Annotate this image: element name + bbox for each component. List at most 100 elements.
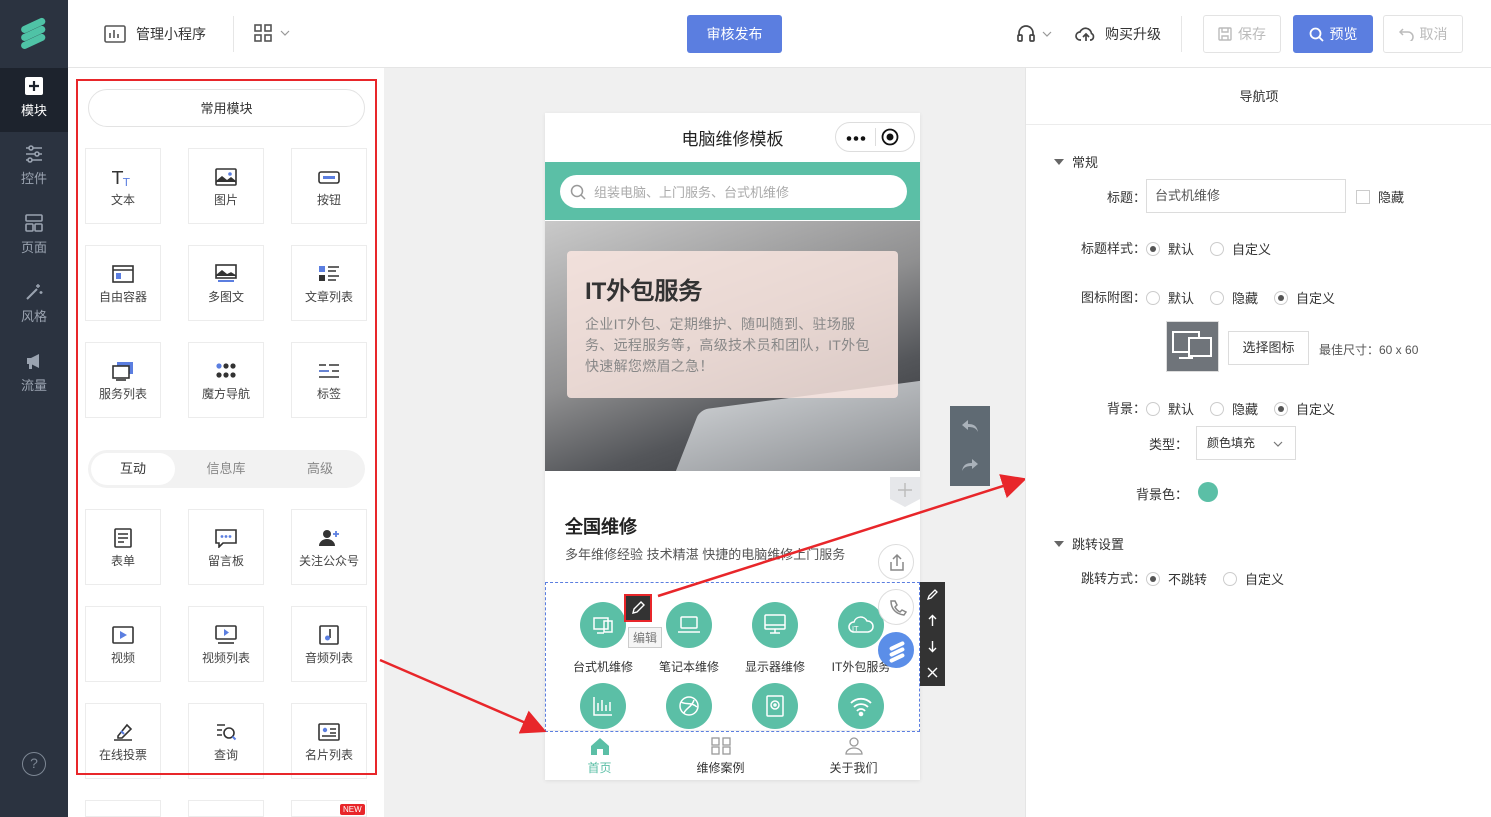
radio-icon-custom[interactable]: 自定义: [1274, 288, 1335, 307]
radio-title-style-default[interactable]: 默认: [1146, 239, 1194, 258]
tab-about[interactable]: 关于我们: [791, 737, 916, 776]
checkbox-label: 隐藏: [1378, 190, 1405, 205]
search-placeholder: 组装电脑、上门服务、台式机维修: [594, 185, 790, 200]
rail-item-style[interactable]: 风格: [0, 274, 68, 338]
banner-title: IT外包服务: [585, 278, 703, 305]
save-button[interactable]: 保存: [1203, 15, 1281, 53]
history-toolbar: [950, 406, 990, 486]
section-jump-settings[interactable]: 跳转设置: [1054, 534, 1124, 553]
divider: [875, 128, 876, 146]
move-up-icon[interactable]: [926, 614, 939, 627]
radio-title-style-custom[interactable]: 自定义: [1210, 239, 1271, 258]
selected-module-outline: [545, 582, 920, 732]
upgrade-label: 购买升级: [1105, 26, 1161, 42]
hide-title-checkbox[interactable]: 隐藏: [1356, 187, 1404, 206]
jump-mode-label: 跳转方式：: [1080, 571, 1146, 586]
home-icon: [537, 737, 662, 755]
support-dropdown[interactable]: [1016, 24, 1052, 44]
manage-miniprogram-label: 管理小程序: [136, 26, 206, 42]
module-toolbar: [920, 582, 945, 686]
radio-icon-hide[interactable]: 隐藏: [1210, 288, 1258, 307]
move-handle-icon[interactable]: [890, 477, 920, 507]
new-badge: NEW: [340, 804, 365, 815]
search-module: 组装电脑、上门服务、台式机维修: [545, 162, 920, 220]
undo-icon: [1398, 27, 1414, 41]
banner-image[interactable]: IT外包服务 企业IT外包、定期维护、随叫随到、驻场服务、远程服务等，高级技术员…: [545, 221, 920, 471]
user-icon: [791, 737, 916, 755]
rail-item-label: 流量: [20, 378, 47, 393]
radio-label: 隐藏: [1232, 291, 1259, 306]
phone-call-button[interactable]: [878, 589, 914, 625]
radio-jump-none[interactable]: 不跳转: [1146, 569, 1207, 588]
move-down-icon[interactable]: [926, 640, 939, 653]
edit-icon[interactable]: [926, 588, 939, 601]
rail-item-pages[interactable]: 页面: [0, 205, 68, 269]
section-label: 常规: [1072, 155, 1099, 170]
redo-icon[interactable]: [961, 457, 979, 473]
edit-pencil-icon[interactable]: [624, 594, 652, 622]
radio-label: 不跳转: [1168, 572, 1208, 587]
radio-icon-default[interactable]: 默认: [1146, 288, 1194, 307]
radio-bg-default[interactable]: 默认: [1146, 399, 1194, 418]
background-label: 背景：: [1106, 401, 1146, 416]
rail-item-label: 风格: [20, 309, 47, 324]
tab-label: 首页: [587, 761, 612, 775]
cancel-button[interactable]: 取消: [1383, 15, 1463, 53]
radio-jump-custom[interactable]: 自定义: [1223, 569, 1284, 588]
type-select[interactable]: 颜色填充: [1196, 426, 1296, 460]
megaphone-icon: [24, 351, 44, 371]
headset-icon: [1016, 24, 1036, 44]
bg-color-swatch[interactable]: [1198, 482, 1218, 502]
tab-home[interactable]: 首页: [537, 737, 662, 776]
banner-card: IT外包服务 企业IT外包、定期维护、随叫随到、驻场服务、远程服务等，高级技术员…: [567, 251, 898, 398]
top-bar: 管理小程序 审核发布 购买升级 保存 预览 取消: [68, 0, 1491, 68]
panel-title: 导航项: [1026, 68, 1491, 125]
radio-label: 自定义: [1296, 402, 1336, 417]
rail-item-controls[interactable]: 控件: [0, 136, 68, 200]
checkbox[interactable]: [1356, 189, 1370, 204]
title-input[interactable]: 台式机维修: [1146, 179, 1346, 213]
upgrade-link[interactable]: 购买升级: [1075, 24, 1161, 44]
preview-button[interactable]: 预览: [1293, 15, 1373, 53]
module-more[interactable]: [85, 800, 161, 817]
rail-item-label: 控件: [20, 171, 47, 186]
save-icon: [1218, 27, 1232, 41]
app-switcher[interactable]: [254, 24, 290, 42]
divider: [233, 16, 234, 52]
radio-label: 默认: [1168, 291, 1195, 306]
left-rail: 模块 控件 页面 风格 流量 ?: [0, 0, 68, 817]
chevron-down-icon: [1273, 441, 1283, 447]
tab-cases[interactable]: 维修案例: [658, 737, 783, 776]
cloud-upload-icon: [1075, 25, 1097, 43]
grid-icon: [658, 737, 783, 755]
properties-panel: 导航项 常规 标题： 台式机维修 隐藏 标题样式： 默认 自定义 图标附图： 默…: [1025, 68, 1491, 817]
module-more[interactable]: [188, 800, 264, 817]
miniprogram-capsule: [835, 122, 915, 152]
share-button[interactable]: [878, 544, 914, 580]
section-title: 全国维修: [565, 517, 637, 537]
undo-icon[interactable]: [961, 418, 979, 434]
section-general[interactable]: 常规: [1054, 152, 1098, 171]
tab-label: 关于我们: [829, 761, 878, 775]
publish-button[interactable]: 审核发布: [687, 15, 782, 53]
help-icon[interactable]: ?: [22, 752, 46, 776]
brand-float-icon[interactable]: [878, 632, 914, 668]
rail-item-label: 页面: [20, 240, 47, 255]
section-description: 多年维修经验 技术精湛 快捷的电脑维修上门服务: [565, 547, 846, 562]
edit-tooltip: 编辑: [628, 627, 663, 648]
radio-label: 默认: [1168, 242, 1195, 257]
rail-item-modules[interactable]: 模块: [0, 68, 68, 132]
bottom-tab-bar: 首页 维修案例 关于我们: [545, 730, 920, 780]
radio-bg-hide[interactable]: 隐藏: [1210, 399, 1258, 418]
caret-down-icon: [1054, 158, 1064, 165]
rail-item-traffic[interactable]: 流量: [0, 343, 68, 407]
logo-icon: [16, 16, 50, 50]
choose-icon-button[interactable]: 选择图标: [1228, 331, 1309, 365]
banner-description: 企业IT外包、定期维护、随叫随到、驻场服务、远程服务等，高级技术员和团队，IT外…: [585, 316, 870, 374]
search-input[interactable]: 组装电脑、上门服务、台式机维修: [560, 175, 907, 208]
radio-bg-custom[interactable]: 自定义: [1274, 399, 1335, 418]
divider: [1181, 16, 1182, 52]
highlight-box: [76, 79, 377, 775]
manage-miniprogram-link[interactable]: 管理小程序: [104, 24, 206, 44]
delete-icon[interactable]: [926, 666, 939, 679]
